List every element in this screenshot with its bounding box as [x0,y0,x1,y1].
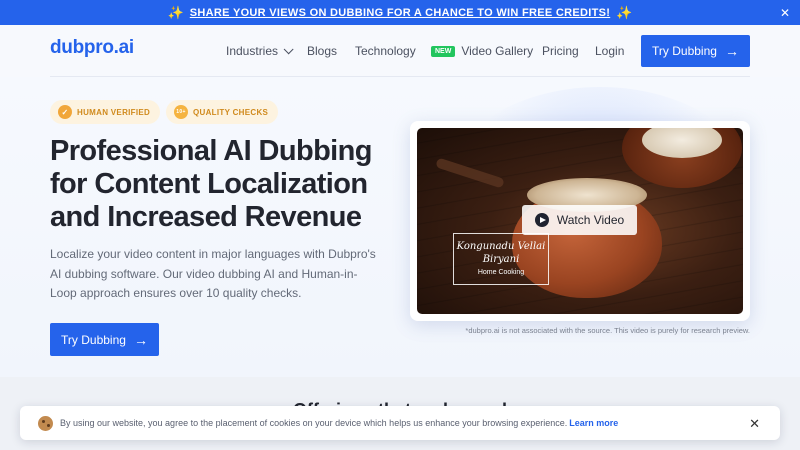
nav-item-label: Login [595,44,625,58]
button-label: Try Dubbing [61,332,126,347]
nav-item-label: Pricing [542,44,579,58]
nav-item-industries[interactable]: Industries [226,43,294,58]
badge-label: QUALITY CHECKS [193,107,269,117]
nav-item-video-gallery[interactable]: NEW Video Gallery [431,44,533,58]
cookie-text: By using our website, you agree to the p… [60,418,568,428]
arrow-right-icon: → [724,43,739,59]
button-label: Try Dubbing [652,44,717,58]
overlay-subtitle: Home Cooking [477,269,525,276]
try-dubbing-nav-button[interactable]: Try Dubbing → [641,35,750,67]
nav-item-blogs[interactable]: Blogs [307,44,337,58]
hero-section: ✓ HUMAN VERIFIED 10+ QUALITY CHECKS Prof… [0,77,800,377]
logo[interactable]: dubpro.ai [50,37,134,59]
cookie-banner: By using our website, you agree to the p… [20,406,780,440]
video-thumbnail[interactable]: Kongunadu Vellai Biryani Home Cooking Wa… [417,128,743,314]
overlay-title: Kongunadu Vellai Biryani [456,241,546,265]
hero-description: Localize your video content in major lan… [50,247,376,300]
nav-item-login[interactable]: Login [595,44,624,58]
close-icon[interactable]: ✕ [749,416,760,432]
sparkle-icon: ✨ [167,4,184,20]
nav-item-pricing[interactable]: Pricing [542,44,579,58]
video-card: Kongunadu Vellai Biryani Home Cooking Wa… [410,121,750,321]
top-nav: dubpro.ai Industries Blogs Technology NE… [0,25,800,77]
nav-item-label: Blogs [307,44,338,58]
quality-checks-badge: 10+ QUALITY CHECKS [166,100,279,124]
nav-item-label: Technology [355,44,416,58]
close-icon[interactable]: ✕ [780,6,790,20]
button-label: Watch Video [556,213,625,227]
new-badge: NEW [431,45,456,57]
try-dubbing-hero-button[interactable]: Try Dubbing → [50,323,159,356]
nav-item-technology[interactable]: Technology [355,44,416,58]
announcement-bar[interactable]: ✨ SHARE YOUR VIEWS ON DUBBING FOR A CHAN… [0,0,800,25]
video-title-overlay: Kongunadu Vellai Biryani Home Cooking [453,233,549,285]
video-disclaimer: *dubpro.ai is not associated with the so… [465,326,750,335]
watch-video-button[interactable]: Watch Video [522,205,637,235]
badge-label: HUMAN VERIFIED [77,107,151,117]
human-verified-badge: ✓ HUMAN VERIFIED [50,100,161,124]
nav-item-label: Industries [226,44,279,58]
hero-title: Professional AI Dubbing for Content Loca… [50,135,372,233]
cookie-icon [38,415,53,431]
chevron-down-icon [283,43,294,54]
learn-more-link[interactable]: Learn more [569,418,618,428]
announcement-text[interactable]: SHARE YOUR VIEWS ON DUBBING FOR A CHANCE… [190,7,610,19]
ten-plus-icon: 10+ [174,105,188,119]
sparkle-icon: ✨ [616,4,633,20]
nav-item-label: Video Gallery [461,44,534,58]
play-icon [534,213,549,227]
check-badge-icon: ✓ [58,105,72,119]
arrow-right-icon: → [133,331,148,348]
